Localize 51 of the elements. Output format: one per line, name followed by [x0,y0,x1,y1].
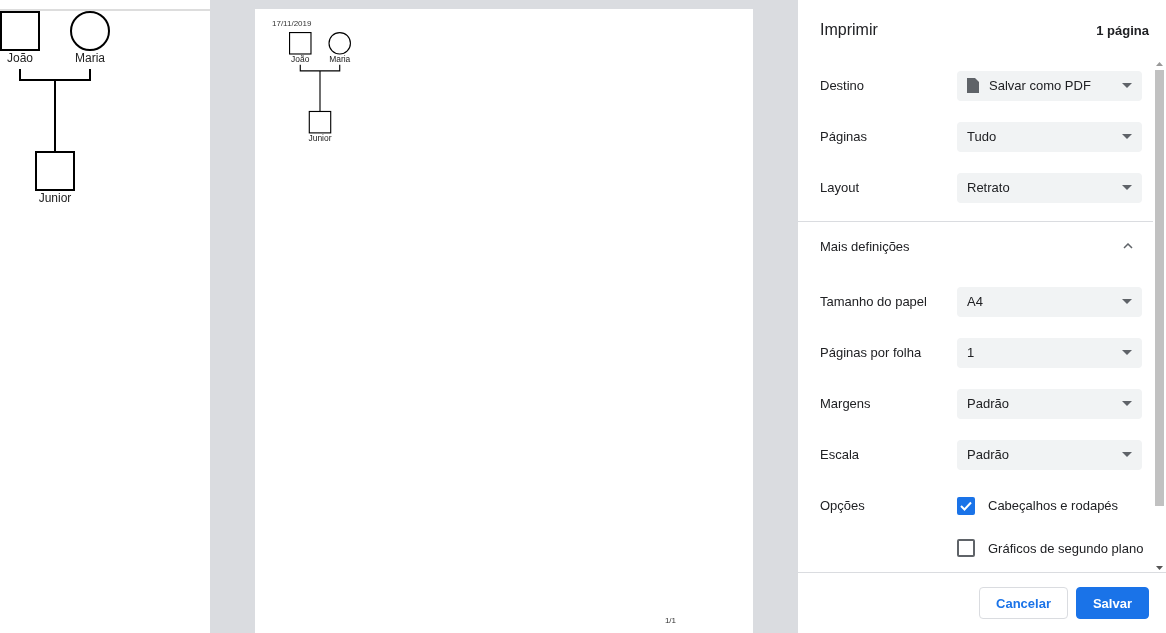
page-count: 1 página [1096,22,1149,38]
male-square [35,151,75,191]
select-dropdown[interactable]: A4 [957,286,1142,317]
person-name: Maria [75,51,105,65]
checkbox[interactable] [957,496,975,515]
header-date: 17/11/2019 [272,19,312,28]
setting-label: Tamanho do papel [820,294,928,309]
setting-label: Páginas [820,129,868,144]
cancel-button[interactable]: Cancelar [979,587,1068,619]
checkbox-option[interactable]: Cabeçalhos e rodapés [957,496,1119,515]
select-dropdown[interactable]: Padrão [957,388,1142,419]
dropdown-arrow-icon [1122,401,1132,406]
scroll-down-icon[interactable] [1156,566,1163,570]
select-dropdown[interactable]: 1 [957,337,1142,368]
scroll-up-icon[interactable] [1156,62,1163,66]
setting-label: Escala [820,447,861,462]
male-square [308,110,332,134]
more-settings-toggle[interactable]: Mais definições [798,222,1153,270]
person-name: João [7,51,33,65]
person-name: Maria [329,53,351,64]
dropdown-arrow-icon [1122,350,1132,355]
scrollbar[interactable] [1153,60,1166,572]
female-circle [328,32,351,55]
setting-label: Layout [820,180,861,195]
male-square [0,11,40,51]
person-name: João [291,53,310,64]
select-dropdown[interactable]: Padrão [957,439,1142,470]
dropdown-arrow-icon [1122,299,1132,304]
person-name: Junior [308,132,332,143]
female-circle [70,11,110,51]
setting-label: Páginas por folha [820,345,923,360]
male-square [289,32,312,55]
dropdown-arrow-icon [1122,83,1132,88]
document-icon [967,78,979,93]
chevron-icon [1123,243,1133,249]
setting-label: Margens [820,396,872,411]
dropdown-arrow-icon [1122,185,1132,190]
select-dropdown[interactable]: Salvar como PDF [957,70,1142,101]
dialog-title: Imprimir [820,21,878,39]
setting-label: Opções [820,498,866,513]
page-number: 1/1 [664,616,676,625]
select-dropdown[interactable]: Retrato [957,172,1142,203]
dropdown-arrow-icon [1122,134,1132,139]
person-name: Junior [38,191,72,205]
save-button[interactable]: Salvar [1075,587,1149,619]
checkbox[interactable] [957,539,975,557]
select-dropdown[interactable]: Tudo [957,121,1142,152]
connector-line [299,64,341,113]
setting-label: Destino [820,78,866,93]
dropdown-arrow-icon [1122,452,1132,457]
checkbox-option[interactable]: Gráficos de segundo plano [957,539,1144,557]
